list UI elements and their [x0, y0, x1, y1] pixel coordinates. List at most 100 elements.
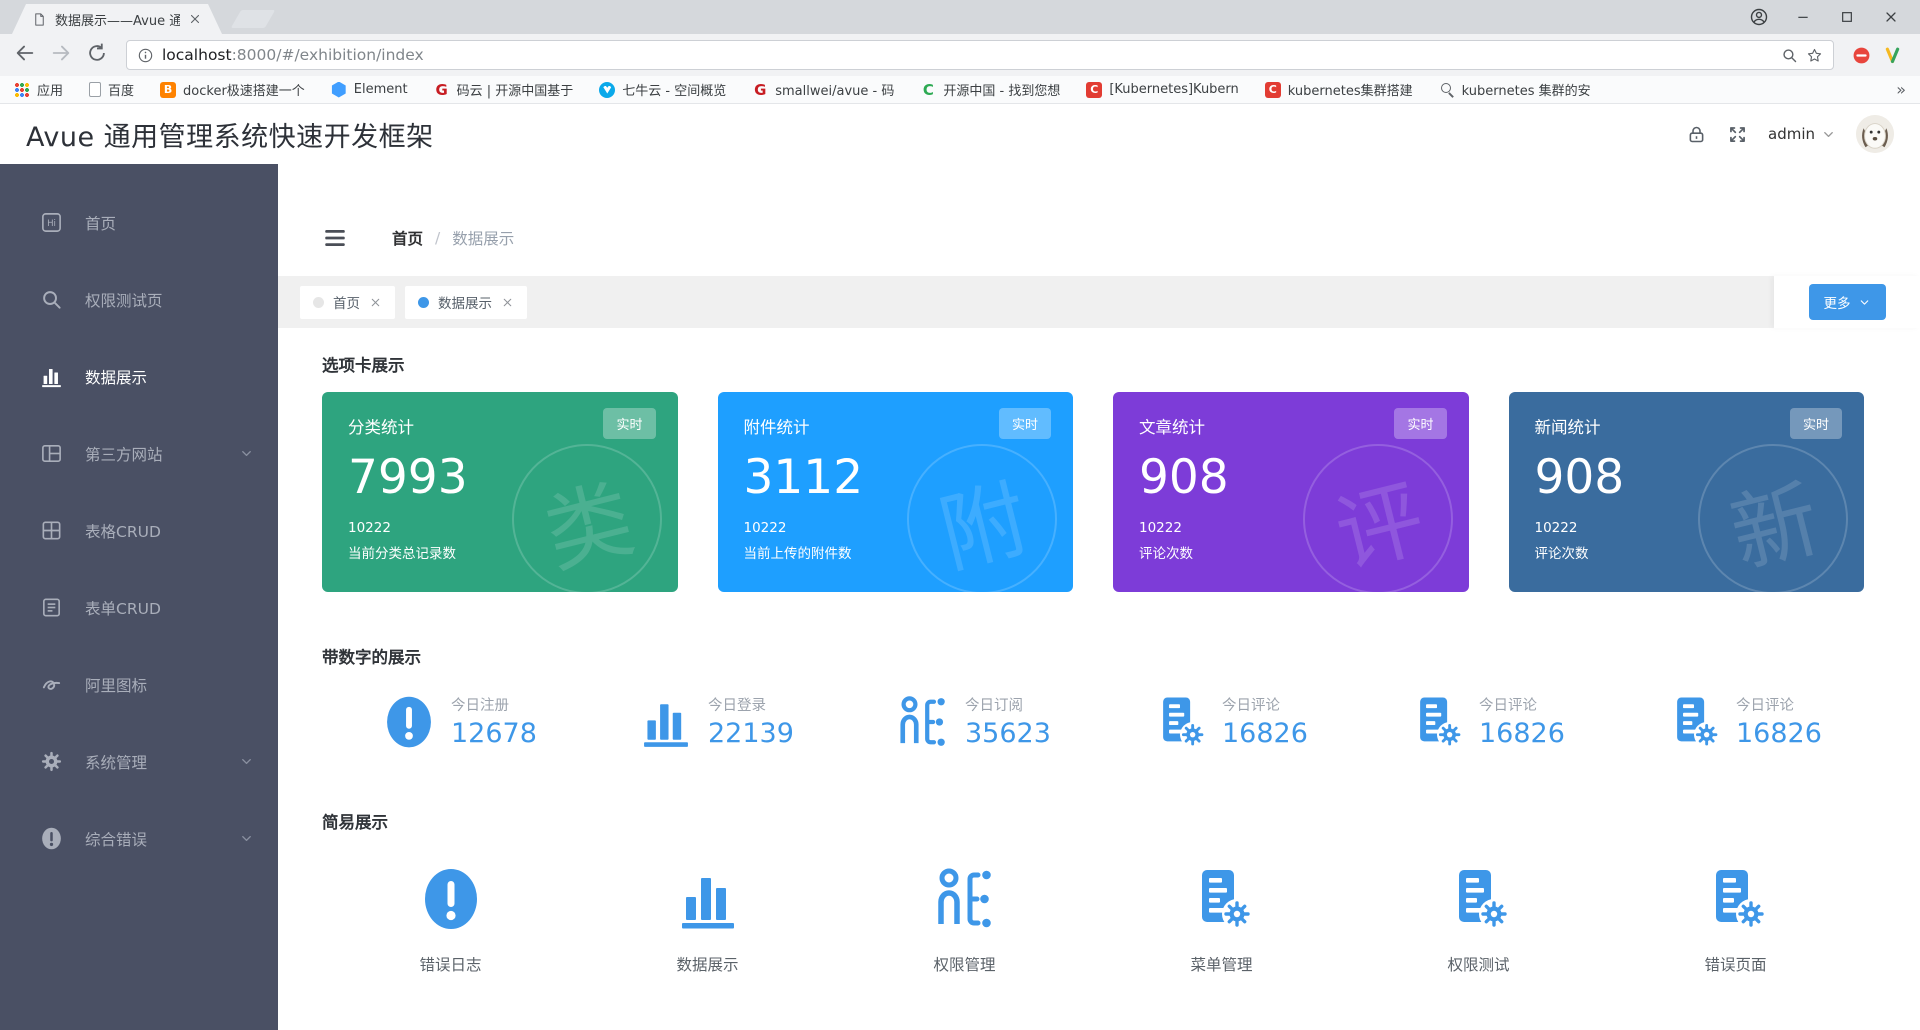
tag-label: 首页: [333, 296, 360, 312]
sidebar-item[interactable]: 表格CRUD: [0, 492, 278, 569]
doc-gear-icon: [1447, 867, 1511, 931]
app-title: Avue 通用管理系统快速开发框架: [26, 121, 434, 153]
bookmark-star-icon[interactable]: [1806, 47, 1823, 64]
address-bar[interactable]: localhost:8000/#/exhibition/index: [126, 40, 1834, 70]
content: 选项卡展示 分类统计 实时 7993 10222 当前分类总记录数 类 附件统计…: [278, 328, 1920, 1030]
adblock-extension-icon[interactable]: [1852, 46, 1871, 65]
site-info-icon[interactable]: [137, 47, 154, 64]
bookmark-item[interactable]: 百度: [89, 80, 134, 99]
chevron-down-icon: [1858, 296, 1871, 309]
simple-item[interactable]: 错误日志: [322, 867, 579, 975]
sidebar-item[interactable]: 权限测试页: [0, 261, 278, 338]
bookmark-item[interactable]: kubernetes集群搭建: [1264, 80, 1413, 99]
more-panel: 更多: [1774, 276, 1920, 328]
breadcrumb-current: 数据展示: [452, 230, 515, 248]
screen: 数据展示——Avue 通用 localhost:8000/#/exhibitio…: [0, 0, 1920, 1030]
username: admin: [1768, 125, 1815, 143]
breadcrumb: 首页 / 数据展示: [392, 227, 514, 249]
doc-gear-icon: [1704, 867, 1768, 931]
tags-list: 首页 数据展示: [300, 285, 1774, 319]
bookmark-item[interactable]: 七牛云 - 空间概览: [599, 80, 726, 99]
stat-cards: 分类统计 实时 7993 10222 当前分类总记录数 类 附件统计 实时 31…: [322, 392, 1864, 592]
avatar[interactable]: [1856, 115, 1894, 153]
breadcrumb-home[interactable]: 首页: [392, 227, 423, 249]
stat-card: 文章统计 实时 908 10222 评论次数 评: [1113, 392, 1469, 592]
more-button[interactable]: 更多: [1808, 284, 1886, 320]
tag-item[interactable]: 首页: [300, 285, 395, 319]
simple-item[interactable]: 数据展示: [579, 867, 836, 975]
app-header: Avue 通用管理系统快速开发框架 admin: [0, 104, 1920, 164]
browser-profile-icon[interactable]: [1744, 4, 1774, 30]
section-title-simple: 简易展示: [322, 813, 388, 832]
minimize-button[interactable]: [1788, 4, 1818, 30]
breadcrumb-bar: 首页 / 数据展示: [278, 164, 1920, 276]
browser-tabstrip: 数据展示——Avue 通用: [0, 0, 1920, 34]
window-close-button[interactable]: [1876, 4, 1906, 30]
simple-item[interactable]: 错误页面: [1607, 867, 1864, 975]
gitee-icon: [434, 82, 450, 98]
doc-gear-icon: [1190, 867, 1254, 931]
simple-item[interactable]: 菜单管理: [1093, 867, 1350, 975]
tag-dot: [313, 296, 324, 308]
reload-button[interactable]: [86, 42, 112, 68]
v-extension-icon[interactable]: [1883, 46, 1902, 65]
stat-value: 16826: [1222, 718, 1308, 749]
number-stats: 今日注册 12678 今日登录 22139 今日订阅 35623 今日评论 16…: [322, 694, 1864, 749]
bookmark-item[interactable]: Element: [331, 81, 408, 98]
doc-gear-icon: [1410, 695, 1464, 749]
tab-title: 数据展示——Avue 通用: [55, 13, 180, 29]
tab-close-icon[interactable]: [188, 12, 202, 26]
bookmarks-overflow-chevron[interactable]: »: [1882, 80, 1906, 99]
header-actions: admin: [1686, 115, 1894, 153]
tag-close-icon[interactable]: [501, 296, 514, 309]
bookmark-item[interactable]: 码云 | 开源中国基于: [434, 80, 574, 99]
simple-label: 数据展示: [676, 956, 739, 974]
tag-bar: 首页 数据展示 更多: [278, 276, 1920, 328]
grid-layout-icon: [40, 442, 63, 465]
bookmark-item[interactable]: 应用: [14, 80, 63, 99]
extension-icons: [1848, 46, 1906, 65]
breadcrumb-separator: /: [435, 229, 441, 247]
new-tab-button[interactable]: [230, 10, 276, 28]
bookmark-item[interactable]: smallwei/avue - 码: [752, 80, 894, 99]
fullscreen-icon[interactable]: [1727, 124, 1748, 145]
simple-item[interactable]: 权限管理: [836, 867, 1093, 975]
sidebar-item[interactable]: 综合错误: [0, 800, 278, 877]
lock-icon[interactable]: [1686, 124, 1707, 145]
csdn-icon: [1086, 81, 1103, 98]
person-list-icon: [933, 867, 997, 931]
chevron-down-icon: [239, 831, 254, 846]
bookmark-item[interactable]: docker极速搭建一个: [160, 80, 305, 99]
table-grid-icon: [40, 519, 63, 542]
forward-button[interactable]: [50, 42, 76, 68]
sidebar-item[interactable]: 第三方网站: [0, 415, 278, 492]
bookmark-item[interactable]: 开源中国 - 找到您想: [920, 80, 1060, 99]
form-doc-icon: [40, 596, 63, 619]
user-menu[interactable]: admin: [1768, 125, 1836, 143]
browser-tab[interactable]: 数据展示——Avue 通用: [12, 4, 222, 34]
gear-icon: [40, 750, 63, 773]
maximize-button[interactable]: [1832, 4, 1862, 30]
stat-label: 今日注册: [451, 698, 509, 714]
sidebar-item[interactable]: 表单CRUD: [0, 569, 278, 646]
tag-item[interactable]: 数据展示: [405, 285, 527, 319]
sidebar-item[interactable]: 阿里图标: [0, 646, 278, 723]
bookmark-item[interactable]: [Kubernetes]Kubern: [1086, 81, 1239, 98]
app-body: 首页 权限测试页 数据展示 第三方网站 表格CRUD 表单CRUD 阿里图标 系…: [0, 164, 1920, 1030]
simple-label: 错误日志: [419, 956, 482, 974]
hamburger-icon[interactable]: [322, 225, 348, 251]
tag-close-icon[interactable]: [369, 296, 382, 309]
stat-value: 35623: [965, 718, 1051, 749]
simple-item[interactable]: 权限测试: [1350, 867, 1607, 975]
zoom-icon[interactable]: [1781, 47, 1798, 64]
exclamation-circle-icon: [382, 695, 436, 749]
back-button[interactable]: [14, 42, 40, 68]
sidebar-item[interactable]: 系统管理: [0, 723, 278, 800]
card-badge: 实时: [1394, 408, 1447, 439]
number-stat-item: 今日评论 16826: [1093, 694, 1350, 749]
sidebar-item[interactable]: 首页: [0, 184, 278, 261]
browser-toolbar: localhost:8000/#/exhibition/index: [0, 34, 1920, 76]
card-badge: 实时: [998, 408, 1051, 439]
sidebar-item[interactable]: 数据展示: [0, 338, 278, 415]
bookmark-item[interactable]: kubernetes 集群的安: [1439, 80, 1591, 99]
